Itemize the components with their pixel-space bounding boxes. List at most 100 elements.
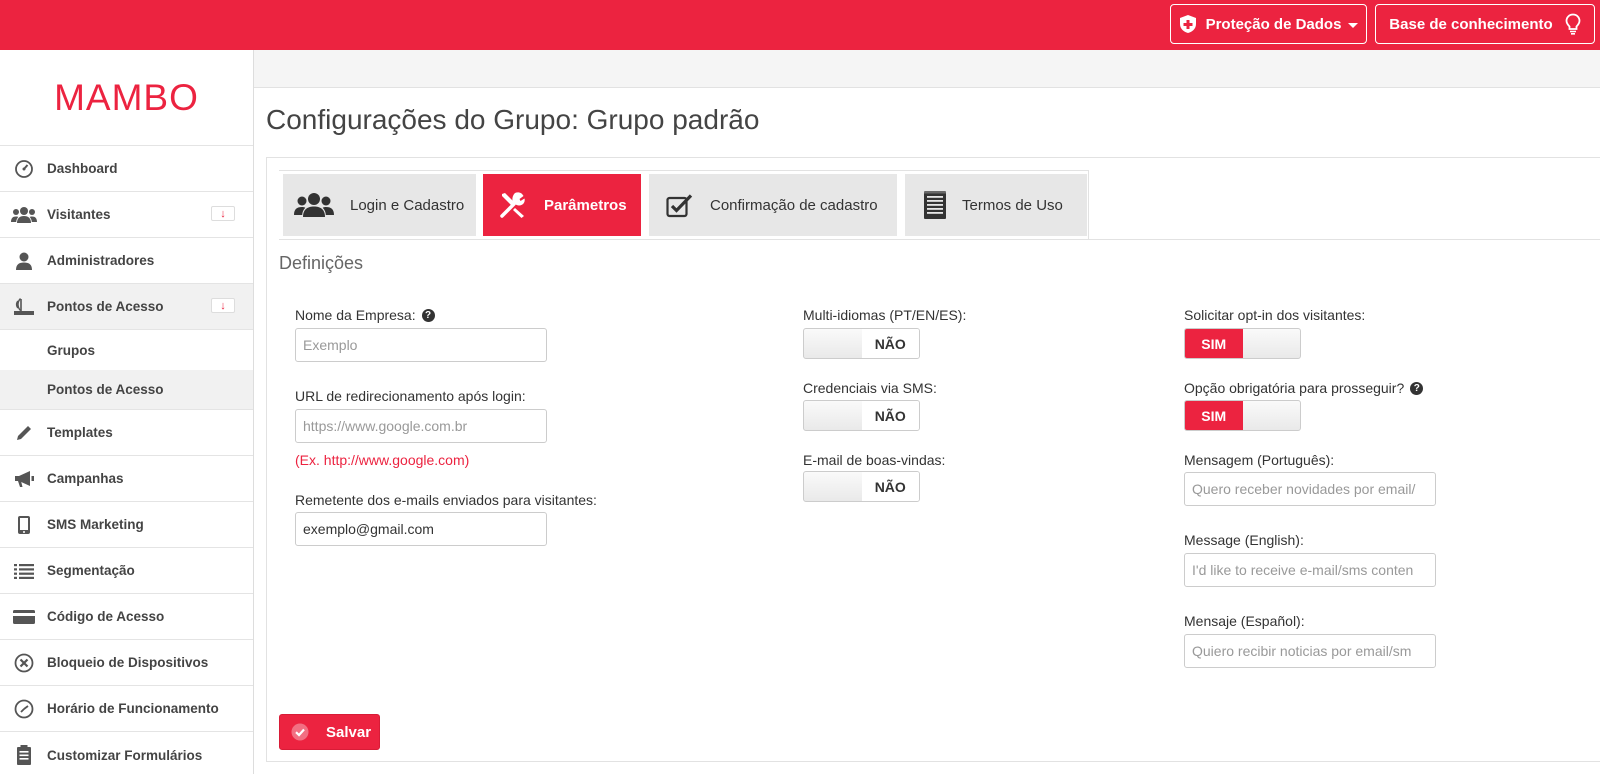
help-icon[interactable]: ? [421, 308, 435, 322]
clock-icon [0, 699, 47, 719]
router-icon [0, 297, 47, 317]
company-name-label: Nome da Empresa: ? [295, 307, 435, 323]
users-icon [0, 206, 47, 224]
redirect-url-input[interactable] [295, 409, 547, 443]
company-name-input[interactable] [295, 328, 547, 362]
card-icon [0, 609, 47, 625]
tab-termos-de-uso[interactable]: Termos de Uso [905, 174, 1087, 236]
sidebar-item-dashboard[interactable]: Dashboard [0, 146, 253, 192]
message-es-label: Mensaje (Español): [1184, 613, 1305, 629]
sidebar-subitem-label: Grupos [47, 342, 96, 358]
message-en-input[interactable] [1184, 553, 1436, 587]
sidebar-item-templates[interactable]: Templates [0, 410, 253, 456]
optin-label: Solicitar opt-in dos visitantes: [1184, 307, 1366, 323]
knowledge-base-button[interactable]: Base de conhecimento [1375, 4, 1595, 44]
help-icon[interactable]: ? [1410, 381, 1424, 395]
sidebar-subitem-pontos-de-acesso[interactable]: Pontos de Acesso [0, 370, 253, 410]
megaphone-icon [0, 470, 47, 488]
optin-toggle[interactable]: SIM [1184, 328, 1301, 359]
mandatory-option-toggle[interactable]: SIM [1184, 400, 1301, 431]
toggle-off-side [1243, 401, 1301, 430]
sender-email-input[interactable] [295, 512, 547, 546]
message-pt-input[interactable] [1184, 472, 1436, 506]
message-pt-label: Mensagem (Português): [1184, 452, 1335, 468]
sidebar-item-administradores[interactable]: Administradores [0, 238, 253, 284]
document-icon [924, 191, 946, 219]
toggle-off-side [804, 401, 862, 430]
message-en-label: Message (English): [1184, 532, 1304, 548]
lightbulb-icon [1565, 13, 1581, 35]
sidebar-item-label: SMS Marketing [47, 517, 144, 532]
toggle-off-side [804, 472, 862, 501]
tools-icon [498, 190, 528, 220]
chevron-down-icon [1348, 22, 1359, 28]
expand-badge[interactable]: ↓ [211, 298, 235, 313]
save-button[interactable]: Salvar [279, 714, 380, 750]
sidebar-item-label: Visitantes [47, 207, 111, 222]
sidebar-subitem-label: Pontos de Acesso [47, 382, 164, 397]
sidebar-item-codigo-de-acesso[interactable]: Código de Acesso [0, 594, 253, 640]
sidebar-item-visitantes[interactable]: Visitantes ↓ [0, 192, 253, 238]
sidebar-item-label: Bloqueio de Dispositivos [47, 655, 209, 670]
multilang-label: Multi-idiomas (PT/EN/ES): [803, 307, 967, 323]
tab-parametros[interactable]: Parâmetros [483, 174, 641, 236]
tab-label: Parâmetros [544, 196, 627, 214]
list-icon [0, 563, 47, 579]
data-protection-button[interactable]: Proteção de Dados [1170, 4, 1367, 44]
sidebar-item-bloqueio-de-dispositivos[interactable]: Bloqueio de Dispositivos [0, 640, 253, 686]
sidebar-subitem-grupos[interactable]: Grupos [0, 330, 253, 370]
data-protection-label: Proteção de Dados [1205, 15, 1342, 33]
toggle-off-side [1243, 329, 1301, 358]
knowledge-base-label: Base de conhecimento [1389, 15, 1553, 33]
sidebar: MAMBO Dashboard Visitantes ↓ Administrad… [0, 50, 254, 774]
section-title: Definições [279, 253, 364, 273]
save-label: Salvar [326, 723, 372, 741]
tab-divider [279, 239, 1600, 240]
dashboard-icon [0, 159, 47, 179]
sidebar-item-label: Segmentação [47, 563, 135, 578]
phone-icon [0, 515, 47, 535]
checkbox-icon [666, 192, 694, 218]
toggle-state: NÃO [861, 401, 919, 430]
sender-email-label: Remetente dos e-mails enviados para visi… [295, 492, 597, 508]
mandatory-option-label: Opção obrigatória para prosseguir? ? [1184, 380, 1424, 396]
sidebar-item-label: Dashboard [47, 161, 118, 176]
multilang-toggle[interactable]: NÃO [803, 328, 920, 359]
tab-confirmacao-cadastro[interactable]: Confirmação de cadastro [649, 174, 897, 236]
sidebar-item-sms-marketing[interactable]: SMS Marketing [0, 502, 253, 548]
toggle-state: NÃO [861, 329, 919, 358]
sidebar-item-label: Campanhas [47, 471, 124, 486]
expand-badge[interactable]: ↓ [211, 206, 235, 221]
toggle-state: SIM [1185, 401, 1243, 430]
sidebar-item-pontos-de-acesso[interactable]: Pontos de Acesso ↓ [0, 284, 253, 330]
sidebar-item-customizar-formularios[interactable]: Customizar Formulários [0, 732, 253, 774]
page-title: Configurações do Grupo: Grupo padrão [266, 104, 760, 135]
sidebar-item-horario-de-funcionamento[interactable]: Horário de Funcionamento [0, 686, 253, 732]
block-icon [0, 653, 47, 673]
sms-credentials-label: Credenciais via SMS: [803, 380, 937, 396]
toggle-off-side [804, 329, 862, 358]
tab-label: Confirmação de cadastro [710, 196, 878, 214]
main-header-strip [254, 50, 1600, 88]
sidebar-item-label: Templates [47, 425, 113, 440]
redirect-url-label: URL de redirecionamento após login: [295, 388, 526, 404]
toggle-state: SIM [1185, 329, 1243, 358]
toggle-state: NÃO [861, 472, 919, 501]
redirect-url-hint: (Ex. http://www.google.com) [295, 452, 470, 468]
message-es-input[interactable] [1184, 634, 1436, 668]
clipboard-icon [0, 745, 47, 765]
sidebar-item-label: Código de Acesso [47, 609, 165, 624]
sidebar-item-campanhas[interactable]: Campanhas [0, 456, 253, 502]
pencil-icon [0, 424, 47, 442]
sidebar-item-label: Administradores [47, 253, 155, 268]
sidebar-item-label: Pontos de Acesso [47, 299, 164, 314]
tab-login-cadastro[interactable]: Login e Cadastro [283, 174, 476, 236]
user-icon [0, 252, 47, 270]
top-bar: Proteção de Dados Base de conhecimento [0, 0, 1600, 50]
sms-credentials-toggle[interactable]: NÃO [803, 400, 920, 431]
welcome-email-toggle[interactable]: NÃO [803, 471, 920, 502]
sidebar-item-label: Customizar Formulários [47, 747, 203, 763]
shield-icon [1179, 14, 1197, 34]
sidebar-item-label: Horário de Funcionamento [47, 701, 219, 716]
sidebar-item-segmentacao[interactable]: Segmentação [0, 548, 253, 594]
